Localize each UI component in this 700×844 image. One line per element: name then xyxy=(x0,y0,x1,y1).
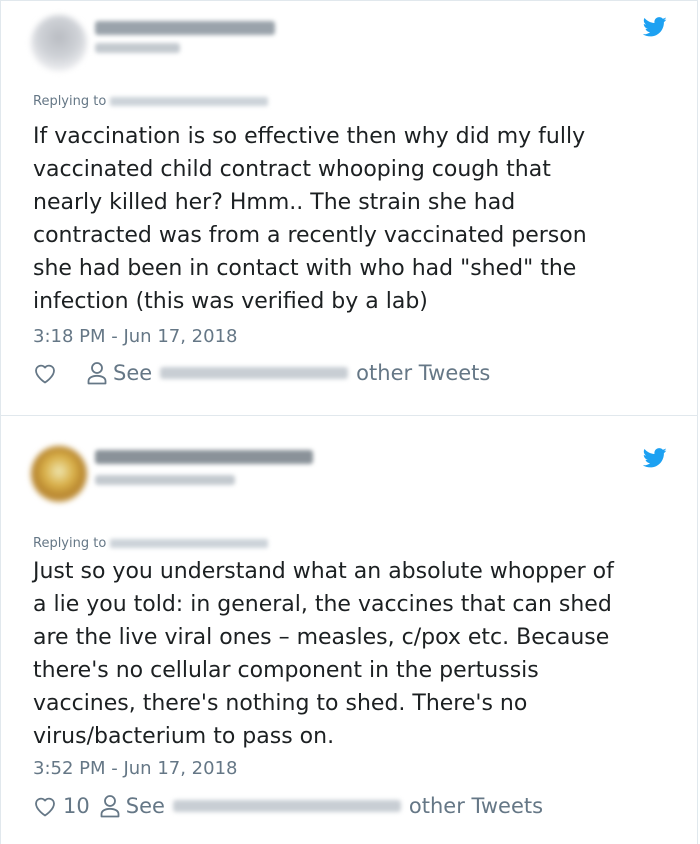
other-tweets-label: other Tweets xyxy=(356,361,491,385)
see-other-tweets-link[interactable]: See other Tweets xyxy=(100,794,543,818)
username-blurred xyxy=(172,800,401,812)
display-name-blurred[interactable] xyxy=(95,21,275,35)
see-other-tweets-link[interactable]: See other Tweets xyxy=(87,361,490,385)
heart-outline-icon[interactable] xyxy=(33,362,57,384)
avatar[interactable] xyxy=(31,15,87,71)
tweet-actions: 10 See other Tweets xyxy=(33,792,543,820)
see-label: See xyxy=(113,361,153,385)
replying-to-label: Replying to xyxy=(33,94,107,109)
tweet-card: Replying to Just so you understand what … xyxy=(0,415,698,844)
heart-outline-icon[interactable] xyxy=(33,795,57,817)
display-name-blurred[interactable] xyxy=(95,450,313,464)
replying-to: Replying to xyxy=(33,536,269,551)
handle-blurred[interactable] xyxy=(95,43,180,53)
tweet-text: If vaccination is so effective then why … xyxy=(33,124,587,314)
person-outline-icon xyxy=(100,795,120,818)
tweet-text: Just so you understand what an absolute … xyxy=(33,559,614,749)
tweet-actions: See other Tweets xyxy=(33,359,490,387)
twitter-bird-icon[interactable] xyxy=(643,448,667,468)
username-blurred xyxy=(160,367,349,379)
see-label: See xyxy=(125,794,165,818)
tweet-timestamp[interactable]: 3:52 PM - Jun 17, 2018 xyxy=(33,758,237,779)
handle-blurred[interactable] xyxy=(95,475,235,485)
replying-to: Replying to xyxy=(33,94,269,109)
replying-to-label: Replying to xyxy=(33,536,107,551)
replying-to-users-blurred[interactable] xyxy=(110,539,269,548)
tweet-card: Replying to If vaccination is so effecti… xyxy=(0,0,698,416)
tweet-timestamp[interactable]: 3:18 PM - Jun 17, 2018 xyxy=(33,326,237,347)
other-tweets-label: other Tweets xyxy=(408,794,544,818)
replying-to-users-blurred[interactable] xyxy=(110,97,269,106)
avatar[interactable] xyxy=(31,446,87,502)
person-outline-icon xyxy=(87,362,107,385)
like-count: 10 xyxy=(63,794,90,818)
twitter-bird-icon[interactable] xyxy=(643,17,667,37)
